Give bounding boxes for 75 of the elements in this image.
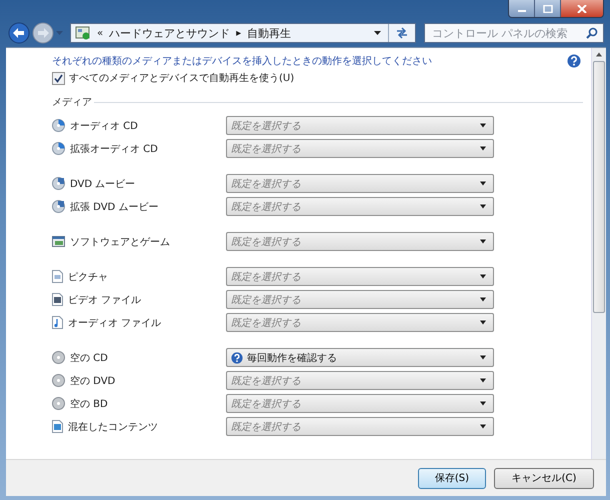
scroll-up-icon[interactable] xyxy=(596,52,602,57)
help-icon xyxy=(231,352,243,364)
breadcrumb-separator[interactable]: ▸ xyxy=(236,28,242,38)
dropdown-arrow-icon xyxy=(480,239,487,244)
dropdown-arrow-icon xyxy=(480,123,487,128)
address-bar[interactable]: « ハードウェアとサウンド ▸ 自動再生 xyxy=(70,23,416,43)
media-type-label: オーディオ CD xyxy=(70,120,138,132)
media-type-label: オーディオ ファイル xyxy=(68,316,162,330)
control-panel-icon xyxy=(75,26,91,40)
action-dropdown[interactable]: 毎回動作を確認する xyxy=(226,348,494,367)
help-icon[interactable] xyxy=(567,54,581,68)
action-dropdown[interactable]: 既定を選択する xyxy=(226,174,494,193)
dialog-button[interactable]: 保存(S) xyxy=(418,468,486,488)
picture-file-icon xyxy=(52,270,63,283)
dropdown-arrow-icon xyxy=(480,204,487,209)
action-dropdown[interactable]: 既定を選択する xyxy=(226,313,494,332)
mixed-content-icon xyxy=(52,420,63,433)
dropdown-arrow-icon xyxy=(480,401,487,406)
section-title: メディア xyxy=(52,96,92,109)
disc-icon xyxy=(52,119,65,132)
search-icon[interactable] xyxy=(586,27,598,39)
breadcrumb-item[interactable]: 自動再生 xyxy=(247,26,292,40)
media-type-label: 空の CD xyxy=(70,352,108,364)
back-icon[interactable] xyxy=(8,22,30,44)
action-dropdown[interactable]: 既定を選択する xyxy=(226,197,494,216)
dropdown-arrow-icon xyxy=(480,355,487,360)
breadcrumb-item[interactable]: ハードウェアとサウンド xyxy=(109,26,230,40)
dropdown-arrow-icon xyxy=(480,181,487,186)
media-type-label: DVD ムービー xyxy=(70,178,136,190)
action-dropdown[interactable]: 既定を選択する xyxy=(226,116,494,135)
close-button[interactable] xyxy=(561,0,603,17)
maximize-button[interactable] xyxy=(535,0,561,17)
disc-icon xyxy=(52,200,65,213)
dropdown-arrow-icon xyxy=(480,320,487,325)
forward-icon[interactable] xyxy=(32,22,54,44)
action-dropdown[interactable]: 既定を選択する xyxy=(226,232,494,251)
action-dropdown[interactable]: 既定を選択する xyxy=(226,267,494,286)
media-type-label: 拡張 DVD ムービー xyxy=(70,200,158,214)
dropdown-arrow-icon xyxy=(480,424,487,429)
breadcrumb-separator[interactable]: « xyxy=(97,28,104,38)
disc-icon xyxy=(52,142,65,155)
action-dropdown[interactable]: 既定を選択する xyxy=(226,417,494,436)
check-icon xyxy=(54,74,63,82)
disc-icon xyxy=(52,397,65,410)
instruction-text: それぞれの種類のメディアまたはデバイスを挿入したときの動作を選択してください xyxy=(52,54,432,68)
media-type-label: 拡張オーディオ CD xyxy=(70,142,158,156)
dropdown-arrow-icon[interactable] xyxy=(374,30,382,36)
close-icon xyxy=(577,4,587,12)
autoplay-checkbox[interactable]: すべてのメディアとデバイスで自動再生を使う(U) xyxy=(52,71,583,85)
dropdown-arrow-icon xyxy=(480,297,487,302)
video-file-icon xyxy=(52,293,63,306)
media-type-label: ソフトウェアとゲーム xyxy=(70,236,170,248)
action-dropdown[interactable]: 既定を選択する xyxy=(226,371,494,390)
disc-icon xyxy=(52,351,65,364)
media-type-label: 混在したコンテンツ xyxy=(68,420,158,434)
maximize-icon xyxy=(542,4,552,12)
search-field[interactable]: コントロール パネルの検索 xyxy=(424,23,604,43)
scrollbar-thumb[interactable] xyxy=(593,61,605,313)
dropdown-arrow-icon xyxy=(480,378,487,383)
minimize-button[interactable] xyxy=(509,0,535,17)
refresh-icon[interactable] xyxy=(395,27,409,39)
dropdown-arrow-icon xyxy=(480,274,487,279)
media-type-label: ピクチャ xyxy=(68,270,108,284)
media-type-label: 空の DVD xyxy=(70,374,116,388)
media-type-label: 空の BD xyxy=(70,398,108,410)
application-icon xyxy=(52,235,65,248)
action-dropdown[interactable]: 既定を選択する xyxy=(226,394,494,413)
music-file-icon xyxy=(52,316,63,329)
media-type-label: ビデオ ファイル xyxy=(68,294,142,306)
action-dropdown[interactable]: 既定を選択する xyxy=(226,290,494,309)
action-dropdown[interactable]: 既定を選択する xyxy=(226,139,494,158)
dropdown-arrow-icon xyxy=(480,146,487,151)
dialog-button[interactable]: キャンセル(C) xyxy=(494,468,594,488)
disc-icon xyxy=(52,374,65,387)
disc-icon xyxy=(52,177,65,190)
